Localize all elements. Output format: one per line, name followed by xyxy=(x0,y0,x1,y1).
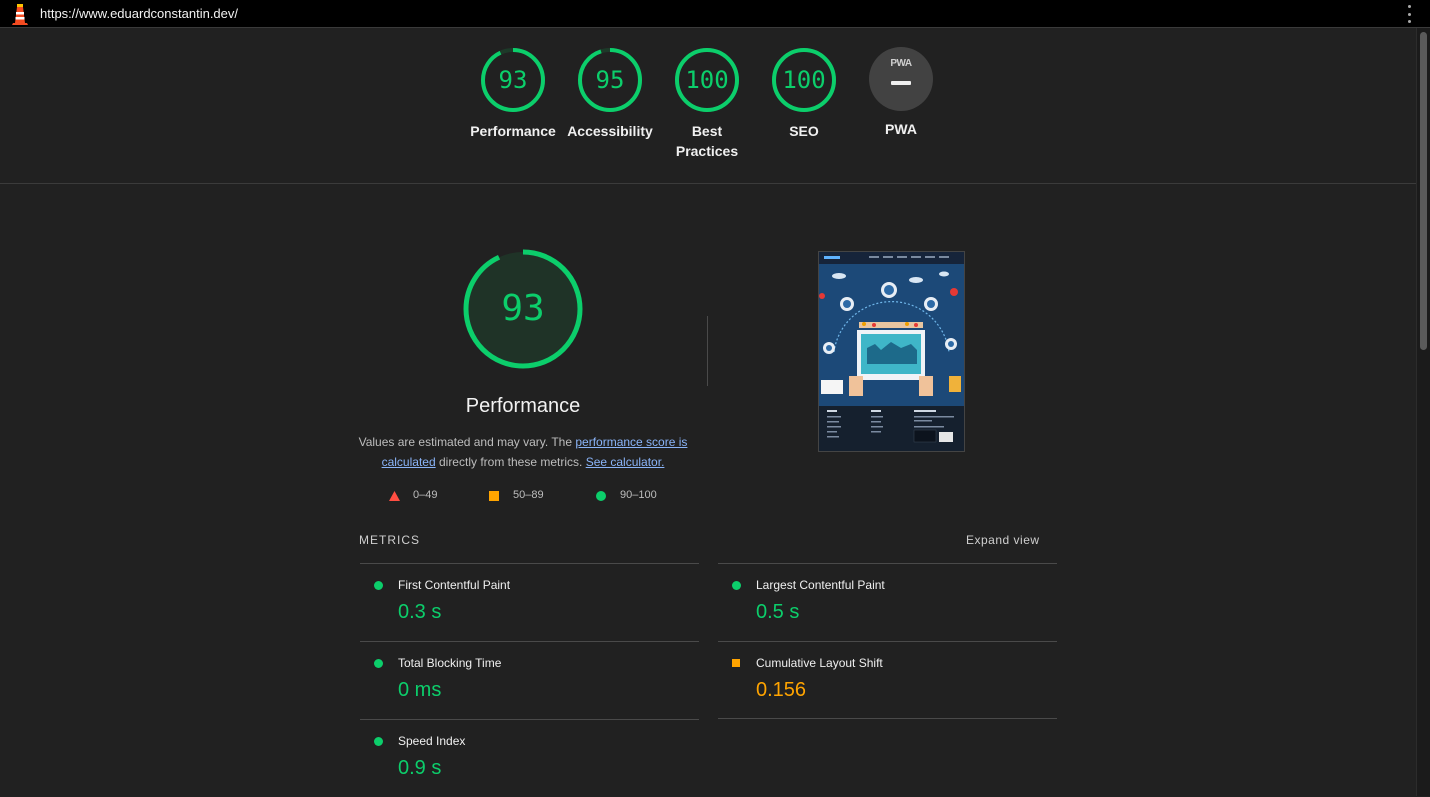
gauge-label: PWA xyxy=(885,121,917,137)
pass-circle-icon xyxy=(374,737,383,746)
gauge-pwa[interactable]: PWA PWA xyxy=(856,47,946,139)
kebab-menu-icon[interactable] xyxy=(1406,5,1412,23)
pass-circle-icon xyxy=(732,581,741,590)
metric-name: Speed Index xyxy=(398,734,466,748)
legend-average-label: 50–89 xyxy=(513,489,544,501)
metrics-header: METRICS xyxy=(359,533,420,547)
gauge-performance[interactable]: 93 Performance xyxy=(468,47,558,141)
score-summary: 93 Performance 95 Accessibility 100 Best… xyxy=(0,29,1416,184)
expand-view-button[interactable]: Expand view xyxy=(966,533,1040,547)
metric-name: Total Blocking Time xyxy=(398,656,502,670)
vertical-divider xyxy=(707,316,708,386)
metric-total-blocking-time[interactable]: Total Blocking Time 0 ms xyxy=(360,641,699,719)
gauge-label: SEO xyxy=(789,123,819,139)
page-url: https://www.eduardconstantin.dev/ xyxy=(40,6,239,21)
top-bar: https://www.eduardconstantin.dev/ xyxy=(0,0,1430,28)
metric-first-contentful-paint[interactable]: First Contentful Paint 0.3 s xyxy=(360,563,699,641)
dash-icon xyxy=(891,81,911,85)
metric-speed-index[interactable]: Speed Index 0.9 s xyxy=(360,719,699,797)
pwa-badge-text: PWA xyxy=(890,58,912,69)
gauge-score: 100 xyxy=(782,66,826,94)
performance-score: 93 xyxy=(501,288,545,329)
pass-circle-icon xyxy=(374,581,383,590)
website-preview-image xyxy=(819,252,964,451)
gauge-score: 93 xyxy=(498,66,528,94)
see-calculator-link[interactable]: See calculator. xyxy=(586,455,665,469)
gauge-accessibility[interactable]: 95 Accessibility xyxy=(565,47,655,141)
metric-value: 0.3 s xyxy=(398,601,442,623)
metric-name: First Contentful Paint xyxy=(398,578,511,592)
scrollbar[interactable] xyxy=(1416,28,1430,796)
square-icon xyxy=(489,491,499,501)
final-screenshot-thumbnail[interactable] xyxy=(818,251,965,452)
pass-circle-icon xyxy=(374,659,383,668)
performance-gauge: 93 xyxy=(462,248,584,370)
legend-pass-label: 90–100 xyxy=(620,489,657,501)
metric-value: 0 ms xyxy=(398,679,442,701)
metric-cumulative-layout-shift[interactable]: Cumulative Layout Shift 0.156 xyxy=(718,641,1057,719)
performance-description: Values are estimated and may vary. The p… xyxy=(352,432,694,472)
gauge-score: 100 xyxy=(685,66,729,94)
gauge-label: Performance xyxy=(470,123,556,139)
desc-text: directly from these metrics. xyxy=(435,455,586,469)
desc-text: Values are estimated and may vary. The xyxy=(358,435,576,449)
circle-icon xyxy=(596,491,606,501)
lighthouse-icon xyxy=(12,4,28,25)
metric-largest-contentful-paint[interactable]: Largest Contentful Paint 0.5 s xyxy=(718,563,1057,641)
metric-name: Largest Contentful Paint xyxy=(756,578,885,592)
performance-title: Performance xyxy=(465,395,581,417)
metric-value: 0.156 xyxy=(756,679,807,701)
gauge-best-practices[interactable]: 100 Best Practices xyxy=(662,47,752,161)
scrollbar-thumb[interactable] xyxy=(1420,32,1427,350)
legend-fail-label: 0–49 xyxy=(413,489,438,501)
triangle-icon xyxy=(389,491,400,501)
gauge-seo[interactable]: 100 SEO xyxy=(759,47,849,141)
gauge-label: Best Practices xyxy=(675,123,739,159)
pwa-badge-icon: PWA xyxy=(869,47,933,111)
metric-value: 0.5 s xyxy=(756,601,800,623)
metric-value: 0.9 s xyxy=(398,757,442,779)
metric-name: Cumulative Layout Shift xyxy=(756,656,883,670)
gauge-score: 95 xyxy=(595,66,625,94)
average-square-icon xyxy=(732,659,740,667)
gauge-label: Accessibility xyxy=(567,123,653,139)
